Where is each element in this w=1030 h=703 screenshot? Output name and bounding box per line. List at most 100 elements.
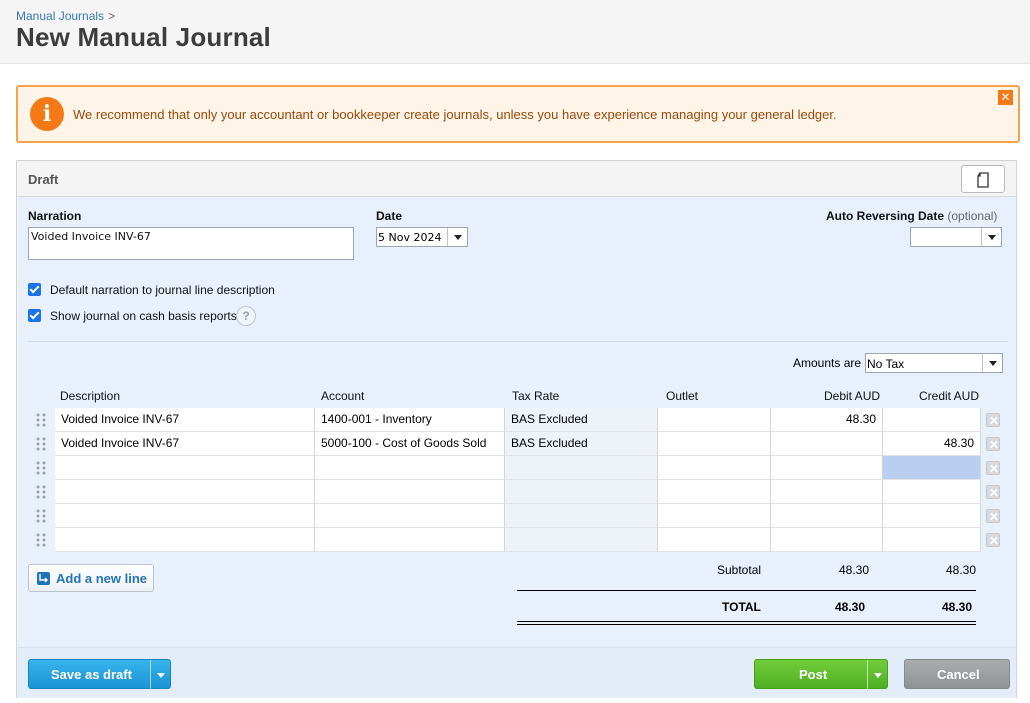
section-divider: [28, 341, 1008, 342]
delete-row-icon[interactable]: [986, 437, 1000, 451]
credit-cell-active[interactable]: [883, 456, 981, 480]
column-header-description: Description: [60, 389, 121, 403]
amounts-are-select[interactable]: No Tax: [865, 353, 1003, 373]
outlet-cell[interactable]: [658, 408, 771, 432]
credit-cell[interactable]: [883, 504, 981, 528]
auto-reversing-date-picker[interactable]: [910, 227, 1002, 247]
debit-cell[interactable]: [771, 480, 883, 504]
description-cell[interactable]: Voided Invoice INV-67: [55, 432, 315, 456]
tax-rate-cell[interactable]: [505, 480, 658, 504]
default-narration-label: Default narration to journal line descri…: [50, 283, 275, 297]
description-cell[interactable]: [55, 456, 315, 480]
description-cell[interactable]: [55, 480, 315, 504]
table-header: Description Account Tax Rate Outlet Debi…: [28, 384, 1009, 408]
table-row: [28, 528, 1009, 552]
description-cell[interactable]: Voided Invoice INV-67: [55, 408, 315, 432]
copy-button[interactable]: [961, 165, 1005, 193]
add-line-icon: [37, 572, 50, 585]
subtotal-label: Subtotal: [717, 563, 762, 577]
date-picker[interactable]: 5 Nov 2024: [376, 227, 468, 247]
status-label: Draft: [28, 172, 59, 187]
info-icon: i: [30, 97, 64, 131]
tax-rate-cell[interactable]: [505, 456, 658, 480]
amounts-are-label: Amounts are: [793, 356, 862, 370]
debit-cell[interactable]: [771, 504, 883, 528]
tax-rate-cell[interactable]: [505, 528, 658, 552]
outlet-cell[interactable]: [658, 504, 771, 528]
tax-rate-cell[interactable]: BAS Excluded: [505, 432, 658, 456]
debit-cell[interactable]: [771, 456, 883, 480]
default-narration-checkbox[interactable]: [28, 283, 41, 296]
cash-basis-option: Show journal on cash basis reports ?: [28, 306, 288, 326]
chevron-down-icon[interactable]: [150, 660, 170, 690]
delete-row-icon[interactable]: [986, 533, 1000, 547]
add-line-label: Add a new line: [56, 571, 148, 586]
drag-handle-icon[interactable]: [28, 432, 55, 456]
account-cell[interactable]: 1400-001 - Inventory: [315, 408, 505, 432]
description-cell[interactable]: [55, 504, 315, 528]
totals-double-underline-bottom: [517, 624, 976, 625]
date-value: 5 Nov 2024: [378, 231, 442, 244]
outlet-cell[interactable]: [658, 480, 771, 504]
help-icon[interactable]: ?: [236, 306, 256, 326]
credit-cell[interactable]: [883, 480, 981, 504]
drag-handle-icon[interactable]: [28, 456, 55, 480]
credit-cell[interactable]: [883, 408, 981, 432]
account-cell[interactable]: [315, 480, 505, 504]
drag-handle-icon[interactable]: [28, 528, 55, 552]
total-credit: 48.30: [942, 600, 973, 614]
tax-rate-cell[interactable]: [505, 504, 658, 528]
breadcrumb-link-manual-journals[interactable]: Manual Journals: [16, 9, 104, 23]
chevron-down-icon[interactable]: [981, 228, 1001, 246]
total-label: TOTAL: [722, 600, 761, 614]
optional-note: (optional): [947, 209, 998, 223]
chevron-down-icon[interactable]: [982, 354, 1002, 372]
copy-icon: [977, 172, 989, 188]
account-cell[interactable]: [315, 504, 505, 528]
close-icon[interactable]: ✕: [998, 90, 1013, 105]
credit-cell[interactable]: 48.30: [883, 432, 981, 456]
cash-basis-checkbox[interactable]: [28, 309, 41, 322]
post-button[interactable]: Post: [754, 659, 888, 690]
subtotal-credit: 48.30: [946, 563, 977, 577]
narration-label: Narration: [28, 209, 82, 223]
save-as-draft-button[interactable]: Save as draft: [28, 659, 171, 690]
tax-rate-cell[interactable]: BAS Excluded: [505, 408, 658, 432]
table-row: Voided Invoice INV-67 5000-100 - Cost of…: [28, 432, 1009, 456]
total-debit: 48.30: [835, 600, 866, 614]
chevron-down-icon[interactable]: [447, 228, 467, 246]
drag-handle-icon[interactable]: [28, 480, 55, 504]
cancel-label: Cancel: [937, 667, 980, 682]
credit-cell[interactable]: [883, 528, 981, 552]
date-label: Date: [376, 209, 403, 223]
delete-row-icon[interactable]: [986, 509, 1000, 523]
chevron-down-icon[interactable]: [867, 660, 887, 690]
outlet-cell[interactable]: [658, 528, 771, 552]
table-row: [28, 480, 1009, 504]
table-row: [28, 504, 1009, 528]
delete-row-icon[interactable]: [986, 461, 1000, 475]
account-cell[interactable]: 5000-100 - Cost of Goods Sold: [315, 432, 505, 456]
auto-reversing-label-text: Auto Reversing Date: [826, 209, 945, 223]
auto-reversing-label: Auto Reversing Date (optional): [826, 209, 997, 223]
column-header-debit: Debit AUD: [824, 389, 881, 403]
drag-handle-icon[interactable]: [28, 504, 55, 528]
debit-cell[interactable]: 48.30: [771, 408, 883, 432]
warning-banner: i We recommend that only your accountant…: [16, 85, 1020, 143]
debit-cell[interactable]: [771, 528, 883, 552]
outlet-cell[interactable]: [658, 432, 771, 456]
cancel-button[interactable]: Cancel: [904, 659, 1010, 689]
account-cell[interactable]: [315, 456, 505, 480]
amounts-are-value: No Tax: [867, 357, 905, 371]
account-cell[interactable]: [315, 528, 505, 552]
drag-handle-icon[interactable]: [28, 408, 55, 432]
delete-row-icon[interactable]: [986, 485, 1000, 499]
add-line-button[interactable]: Add a new line: [28, 564, 154, 592]
delete-row-icon[interactable]: [986, 413, 1000, 427]
outlet-cell[interactable]: [658, 456, 771, 480]
description-cell[interactable]: [55, 528, 315, 552]
page-header: Manual Journals > New Manual Journal: [0, 0, 1030, 64]
column-header-tax-rate: Tax Rate: [512, 389, 560, 403]
debit-cell[interactable]: [771, 432, 883, 456]
narration-input[interactable]: Voided Invoice INV-67: [28, 227, 354, 260]
